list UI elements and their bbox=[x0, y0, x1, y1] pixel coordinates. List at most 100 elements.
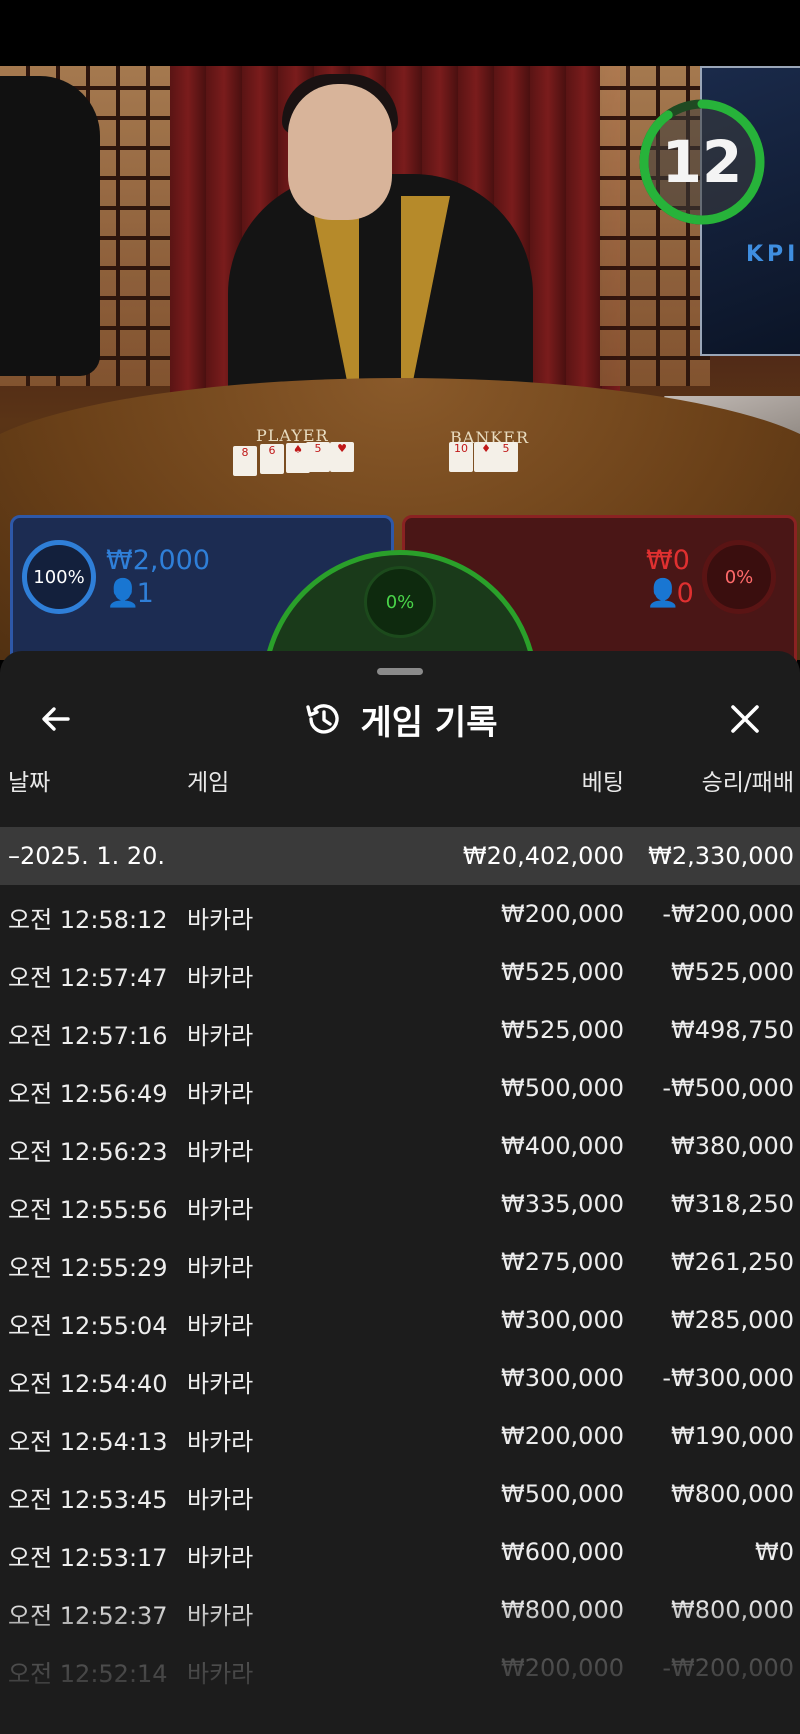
person-icon: 👤 bbox=[646, 578, 680, 609]
history-row-time: 오전 12:52:37 bbox=[8, 1602, 168, 1630]
history-row-bet: ₩200,000 bbox=[501, 1422, 624, 1450]
status-bar bbox=[0, 0, 800, 66]
history-row[interactable]: 오전 12:52:14 바카라 ₩200,000 -₩200,000 bbox=[0, 1639, 800, 1697]
history-row[interactable]: 오전 12:54:40 바카라 ₩300,000 -₩300,000 bbox=[0, 1349, 800, 1407]
column-header-result: 승리/패배 bbox=[701, 770, 794, 796]
history-row[interactable]: 오전 12:55:04 바카라 ₩300,000 ₩285,000 bbox=[0, 1291, 800, 1349]
player-count-value: 1 bbox=[136, 578, 154, 609]
player-percent-ring: 100% bbox=[22, 540, 96, 614]
history-row-bet: ₩275,000 bbox=[501, 1248, 624, 1276]
history-row-result: ₩261,250 bbox=[671, 1248, 794, 1276]
countdown-timer-value: 12 bbox=[661, 128, 743, 196]
history-row-time: 오전 12:53:45 bbox=[8, 1486, 168, 1514]
history-row-time: 오전 12:56:49 bbox=[8, 1080, 168, 1108]
history-row[interactable]: 오전 12:57:47 바카라 ₩525,000 ₩525,000 bbox=[0, 943, 800, 1001]
history-row[interactable]: 오전 12:55:56 바카라 ₩335,000 ₩318,250 bbox=[0, 1175, 800, 1233]
sheet-header: 게임 기록 bbox=[0, 687, 800, 751]
history-row-result: ₩318,250 bbox=[671, 1190, 794, 1218]
history-row-result: -₩200,000 bbox=[662, 900, 794, 928]
history-row-time: 오전 12:55:04 bbox=[8, 1312, 168, 1340]
history-row-bet: ₩300,000 bbox=[501, 1306, 624, 1334]
history-row-game: 바카라 bbox=[187, 1486, 254, 1514]
playing-card: ♥ bbox=[330, 442, 354, 472]
history-row-game: 바카라 bbox=[187, 1312, 254, 1340]
history-row-game: 바카라 bbox=[187, 1544, 254, 1572]
history-row-result: -₩200,000 bbox=[662, 1654, 794, 1682]
banker-count-value: 0 bbox=[676, 578, 694, 609]
history-row-game: 바카라 bbox=[187, 1080, 254, 1108]
drag-handle[interactable] bbox=[377, 668, 423, 675]
banker-bet-amount: ₩0 bbox=[646, 545, 690, 576]
close-icon bbox=[731, 705, 759, 733]
history-row[interactable]: 오전 12:53:17 바카라 ₩600,000 ₩0 bbox=[0, 1523, 800, 1581]
history-row[interactable]: 오전 12:58:12 바카라 ₩200,000 -₩200,000 bbox=[0, 885, 800, 943]
date-group-bet-total: ₩20,402,000 bbox=[462, 842, 624, 870]
person-icon: 👤 bbox=[106, 578, 140, 609]
dealer-head bbox=[288, 84, 392, 220]
history-table-header: 날짜 게임 베팅 승리/패배 bbox=[0, 747, 800, 807]
player-player-count: 👤 1 bbox=[106, 577, 154, 609]
history-row-game: 바카라 bbox=[187, 1196, 254, 1224]
banker-player-count: 👤 0 bbox=[646, 577, 694, 609]
history-row-result: ₩380,000 bbox=[671, 1132, 794, 1160]
history-row-bet: ₩500,000 bbox=[501, 1480, 624, 1508]
history-row-result: -₩300,000 bbox=[662, 1364, 794, 1392]
playing-card: 5 bbox=[494, 442, 518, 472]
history-row-time: 오전 12:55:29 bbox=[8, 1254, 168, 1282]
history-row-bet: ₩300,000 bbox=[501, 1364, 624, 1392]
history-row-bet: ₩200,000 bbox=[501, 1654, 624, 1682]
history-row-time: 오전 12:54:40 bbox=[8, 1370, 168, 1398]
history-row-result: ₩0 bbox=[755, 1538, 794, 1566]
assistant-figure bbox=[0, 76, 100, 376]
history-row-time: 오전 12:53:17 bbox=[8, 1544, 168, 1572]
column-header-game: 게임 bbox=[187, 770, 230, 796]
history-row-game: 바카라 bbox=[187, 964, 254, 992]
history-row-bet: ₩525,000 bbox=[501, 958, 624, 986]
column-header-bet: 베팅 bbox=[581, 770, 624, 796]
history-row-time: 오전 12:55:56 bbox=[8, 1196, 168, 1224]
history-row-result: ₩800,000 bbox=[671, 1480, 794, 1508]
player-bet-amount: ₩2,000 bbox=[106, 545, 210, 576]
history-row-result: ₩525,000 bbox=[671, 958, 794, 986]
history-row-result: -₩500,000 bbox=[662, 1074, 794, 1102]
history-row[interactable]: 오전 12:55:29 바카라 ₩275,000 ₩261,250 bbox=[0, 1233, 800, 1291]
history-row-bet: ₩600,000 bbox=[501, 1538, 624, 1566]
sheet-title: 게임 기록 bbox=[360, 702, 498, 743]
game-history-sheet: 게임 기록 날짜 게임 베팅 승리/패배 –2025. 1. 20. ₩20,4… bbox=[0, 651, 800, 1734]
history-row-game: 바카라 bbox=[187, 1138, 254, 1166]
history-row-time: 오전 12:52:14 bbox=[8, 1660, 168, 1688]
column-header-date: 날짜 bbox=[8, 770, 51, 796]
close-button[interactable] bbox=[715, 689, 775, 749]
tie-percent-ring: 0% bbox=[364, 566, 436, 638]
date-group-label: –2025. 1. 20. bbox=[8, 842, 166, 870]
playing-card: 6 bbox=[260, 444, 284, 474]
history-icon bbox=[305, 704, 339, 734]
history-row-game: 바카라 bbox=[187, 1022, 254, 1050]
history-row[interactable]: 오전 12:52:37 바카라 ₩800,000 ₩800,000 bbox=[0, 1581, 800, 1639]
history-row-game: 바카라 bbox=[187, 1602, 254, 1630]
date-group-result-total: ₩2,330,000 bbox=[648, 842, 794, 870]
history-row-bet: ₩200,000 bbox=[501, 900, 624, 928]
history-row-bet: ₩400,000 bbox=[501, 1132, 624, 1160]
history-row-time: 오전 12:57:16 bbox=[8, 1022, 168, 1050]
history-row-bet: ₩335,000 bbox=[501, 1190, 624, 1218]
history-row-game: 바카라 bbox=[187, 1428, 254, 1456]
history-row[interactable]: 오전 12:53:45 바카라 ₩500,000 ₩800,000 bbox=[0, 1465, 800, 1523]
history-row-time: 오전 12:58:12 bbox=[8, 906, 168, 934]
date-group-row[interactable]: –2025. 1. 20. ₩20,402,000 ₩2,330,000 bbox=[0, 827, 800, 885]
history-row[interactable]: 오전 12:54:13 바카라 ₩200,000 ₩190,000 bbox=[0, 1407, 800, 1465]
history-row-result: ₩190,000 bbox=[671, 1422, 794, 1450]
history-row-game: 바카라 bbox=[187, 906, 254, 934]
playing-card: 5 bbox=[306, 442, 330, 472]
history-row-time: 오전 12:54:13 bbox=[8, 1428, 168, 1456]
history-row-bet: ₩525,000 bbox=[501, 1016, 624, 1044]
history-row-result: ₩498,750 bbox=[671, 1016, 794, 1044]
history-row-result: ₩800,000 bbox=[671, 1596, 794, 1624]
banker-percent-ring: 0% bbox=[702, 540, 776, 614]
history-row-game: 바카라 bbox=[187, 1254, 254, 1282]
history-row-time: 오전 12:57:47 bbox=[8, 964, 168, 992]
screen-logo-text: KPI bbox=[746, 242, 800, 267]
history-row[interactable]: 오전 12:57:16 바카라 ₩525,000 ₩498,750 bbox=[0, 1001, 800, 1059]
history-row[interactable]: 오전 12:56:49 바카라 ₩500,000 -₩500,000 bbox=[0, 1059, 800, 1117]
history-row[interactable]: 오전 12:56:23 바카라 ₩400,000 ₩380,000 bbox=[0, 1117, 800, 1175]
